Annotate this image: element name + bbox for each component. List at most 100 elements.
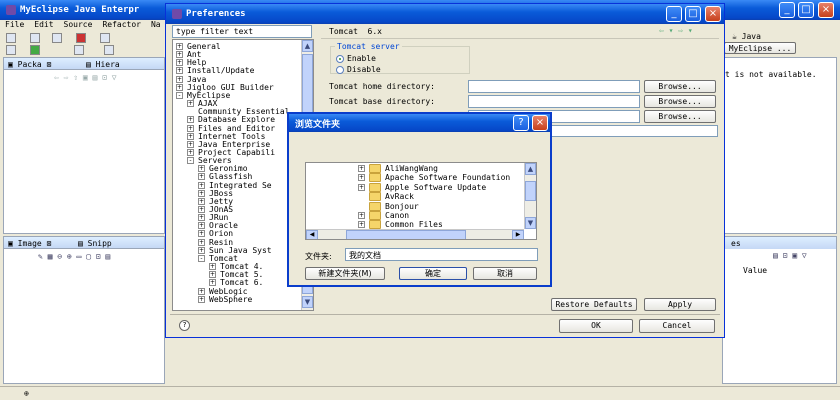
expand-icon[interactable]: +: [198, 173, 205, 181]
restore-defaults-button[interactable]: Restore Defaults: [551, 298, 637, 311]
expand-icon[interactable]: +: [358, 174, 365, 182]
folder-tree-item[interactable]: AvRack: [358, 192, 414, 202]
folder-scroll-down[interactable]: ▼: [525, 217, 536, 229]
apply-button[interactable]: Apply: [644, 298, 716, 311]
expand-icon[interactable]: +: [198, 165, 205, 173]
server-icon[interactable]: [100, 33, 110, 43]
folder-tree-item[interactable]: + AliWangWang: [358, 164, 438, 173]
help-icon[interactable]: ?: [179, 320, 190, 331]
folder-tree-item[interactable]: + Apache Software Foundation: [358, 173, 510, 183]
page-nav-icons[interactable]: ⇦ ▾ ⇨ ▾: [659, 26, 693, 35]
enable-radio[interactable]: Enable: [336, 54, 376, 63]
expand-icon[interactable]: +: [198, 189, 205, 197]
menu-file[interactable]: File: [5, 20, 24, 32]
expand-icon[interactable]: +: [198, 295, 205, 303]
home-dir-input[interactable]: [468, 80, 640, 93]
pref-tree-item[interactable]: + WebSphere: [198, 295, 252, 304]
folder-tree-vscroll[interactable]: ▲ ▼: [524, 163, 536, 229]
expand-icon[interactable]: +: [187, 124, 194, 132]
tab-image[interactable]: ▣ Image ⊠: [8, 239, 51, 248]
folder-tree-hscroll[interactable]: ◀ ▶: [306, 229, 524, 239]
third-dir-browse-button[interactable]: Browse...: [644, 110, 716, 123]
expand-icon[interactable]: +: [187, 140, 194, 148]
expand-icon[interactable]: +: [209, 279, 216, 287]
main-minimize-button[interactable]: _: [779, 2, 795, 18]
folder-tree-item[interactable]: + Canon: [358, 211, 409, 220]
expand-icon[interactable]: +: [358, 212, 365, 219]
folder-input[interactable]: 我的文档: [345, 248, 538, 261]
disable-radio[interactable]: Disable: [336, 65, 381, 74]
back-icon[interactable]: [104, 45, 114, 55]
folder-hscroll-thumb[interactable]: [346, 230, 466, 239]
search-icon[interactable]: [74, 45, 84, 55]
expand-icon[interactable]: +: [209, 271, 216, 279]
prefs-minimize-button[interactable]: _: [666, 6, 682, 22]
folder-scroll-up[interactable]: ▲: [525, 163, 536, 175]
browse-folder-help-button[interactable]: ?: [513, 115, 529, 131]
expand-icon[interactable]: +: [187, 132, 194, 140]
expand-icon[interactable]: +: [176, 67, 183, 75]
debug-icon[interactable]: [6, 45, 16, 55]
tab-hierarchy[interactable]: ▤ Hiera: [86, 60, 120, 69]
tab-snippets[interactable]: ▤ Snipp: [78, 239, 112, 248]
menu-edit[interactable]: Edit: [34, 20, 53, 32]
expand-icon[interactable]: +: [176, 75, 183, 83]
collapse-icon[interactable]: -: [198, 254, 205, 262]
expand-icon[interactable]: +: [176, 83, 183, 91]
filter-input[interactable]: type filter text: [172, 25, 312, 38]
home-dir-browse-button[interactable]: Browse...: [644, 80, 716, 93]
expand-icon[interactable]: +: [187, 148, 194, 156]
ok-button[interactable]: OK: [559, 319, 633, 333]
main-maximize-button[interactable]: □: [798, 2, 814, 18]
cancel-button[interactable]: Cancel: [639, 319, 715, 333]
tree-scroll-down[interactable]: ▼: [302, 296, 313, 308]
folder-cancel-button[interactable]: 取消: [473, 267, 537, 280]
menu-source[interactable]: Source: [64, 20, 93, 32]
expand-icon[interactable]: +: [198, 230, 205, 238]
new-folder-button[interactable]: 新建文件夹(M): [305, 267, 385, 280]
expand-icon[interactable]: +: [358, 165, 365, 172]
expand-icon[interactable]: +: [187, 116, 194, 124]
expand-icon[interactable]: +: [358, 221, 365, 229]
folder-scroll-thumb[interactable]: [525, 181, 536, 201]
tree-scroll-up[interactable]: ▲: [302, 40, 313, 52]
expand-icon[interactable]: +: [198, 246, 205, 254]
expand-icon[interactable]: +: [198, 214, 205, 222]
print-icon[interactable]: [52, 33, 62, 43]
expand-icon[interactable]: +: [176, 51, 183, 59]
expand-icon[interactable]: +: [176, 59, 183, 67]
expand-icon[interactable]: +: [198, 206, 205, 213]
menu-navigate[interactable]: Na: [151, 20, 161, 32]
new-icon[interactable]: [6, 33, 16, 43]
prefs-maximize-button[interactable]: □: [685, 6, 701, 22]
run-icon[interactable]: [30, 45, 40, 55]
expand-icon[interactable]: +: [198, 287, 205, 295]
perspective-myeclipse-button[interactable]: MyEclipse ...: [724, 42, 796, 54]
perspective-java[interactable]: ☕ Java: [732, 32, 761, 41]
prefs-close-button[interactable]: ×: [705, 6, 721, 22]
folder-tree-item[interactable]: + Apple Software Update: [358, 182, 486, 192]
expand-icon[interactable]: +: [358, 183, 365, 191]
tab-properties[interactable]: es: [731, 239, 741, 248]
expand-icon[interactable]: +: [198, 197, 205, 205]
save-icon[interactable]: [30, 33, 40, 43]
expand-icon[interactable]: +: [209, 263, 216, 271]
folder-tree-item[interactable]: Bonjour: [358, 201, 419, 211]
deploy-icon[interactable]: [76, 33, 86, 43]
expand-icon[interactable]: +: [176, 43, 183, 50]
expand-icon[interactable]: +: [198, 238, 205, 246]
folder-ok-button[interactable]: 确定: [399, 267, 467, 280]
folder-hscroll-right[interactable]: ▶: [512, 230, 524, 239]
folder-hscroll-left[interactable]: ◀: [306, 230, 318, 239]
main-close-button[interactable]: ×: [818, 2, 834, 18]
expand-icon[interactable]: +: [187, 100, 194, 108]
tab-package-explorer[interactable]: ▣ Packa ⊠: [8, 60, 51, 69]
expand-icon[interactable]: +: [198, 181, 205, 189]
expand-icon[interactable]: +: [198, 222, 205, 230]
collapse-icon[interactable]: -: [187, 157, 194, 165]
browse-folder-close-button[interactable]: ×: [532, 115, 548, 131]
base-dir-input[interactable]: [468, 95, 640, 108]
base-dir-browse-button[interactable]: Browse...: [644, 95, 716, 108]
collapse-icon[interactable]: -: [176, 91, 183, 99]
menu-refactor[interactable]: Refactor: [102, 20, 141, 32]
